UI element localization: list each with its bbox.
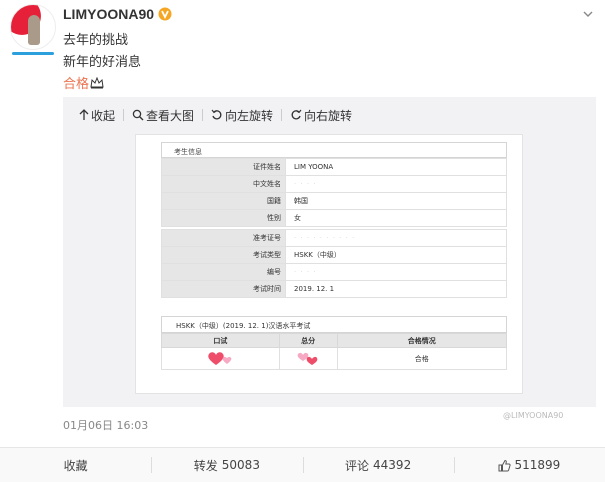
table-value: · · · · bbox=[285, 175, 507, 193]
crown-emoji-icon bbox=[90, 77, 104, 89]
table-value: · · · · · · · · · · bbox=[285, 229, 507, 247]
table-key: 准考证号 bbox=[161, 229, 286, 247]
avatar-underline bbox=[12, 52, 54, 55]
action-bar: 收藏 转发 50083 评论 44392 511899 bbox=[0, 447, 605, 482]
redacted-text: · · · · bbox=[294, 268, 317, 276]
avatar-image bbox=[10, 4, 56, 50]
post-text-line: 新年的好消息 bbox=[63, 55, 142, 70]
table-header: 合格情况 bbox=[336, 333, 508, 348]
rotate-right-icon bbox=[291, 109, 302, 120]
table-row: 中文姓名 · · · · bbox=[161, 175, 507, 193]
table-value: 女 bbox=[285, 209, 507, 227]
table-key: 中文姓名 bbox=[161, 175, 286, 193]
table-row: 证件姓名 LIM YOONA bbox=[161, 158, 507, 176]
rotate-right-label: 向右旋转 bbox=[304, 108, 353, 123]
collapse-label: 收起 bbox=[91, 108, 116, 123]
table-header-row: 口试 总分 合格情况 bbox=[161, 333, 508, 348]
exam-info-table: 准考证号 · · · · · · · · · · 考试类型 HSKK（中级） 编号 ·… bbox=[161, 229, 507, 298]
view-large-button[interactable]: 查看大图 bbox=[132, 107, 194, 124]
weibo-watermark: @LIMYOONA90 bbox=[503, 411, 564, 420]
like-count: 511899 bbox=[514, 458, 561, 472]
table-value: · · · · bbox=[285, 263, 507, 281]
magnifier-icon bbox=[132, 109, 144, 121]
view-large-label: 查看大图 bbox=[146, 108, 195, 123]
username-row: LIMYOONA90 bbox=[63, 6, 172, 22]
repost-button[interactable]: 转发 50083 bbox=[151, 448, 302, 482]
favorite-label: 收藏 bbox=[63, 458, 88, 473]
post-hashtag-line: 合格 bbox=[63, 73, 104, 92]
table-header: 总分 bbox=[278, 333, 338, 348]
like-button[interactable]: 511899 bbox=[453, 448, 605, 482]
table-value: 2019. 12. 1 bbox=[285, 280, 507, 298]
rotate-left-icon bbox=[211, 109, 222, 120]
table-value: LIM YOONA bbox=[285, 158, 507, 176]
hearts-sticker-icon bbox=[208, 351, 232, 365]
result-title: HSKK（中级）(2019. 12. 1)汉语水平考试 bbox=[161, 316, 507, 333]
rotate-left-label: 向左旋转 bbox=[225, 108, 274, 123]
media-toolbar: 收起 查看大图 向左旋转 向右旋转 bbox=[79, 107, 352, 123]
table-key: 国籍 bbox=[161, 192, 286, 210]
media-panel: 收起 查看大图 向左旋转 向右旋转 考生信息 证件姓名 LIM YOONA 中文姓… bbox=[63, 97, 596, 420]
certificate-image[interactable]: 考生信息 证件姓名 LIM YOONA 中文姓名 · · · · 国籍 韩国 性别女 … bbox=[135, 134, 563, 420]
collapse-button[interactable]: 收起 bbox=[79, 107, 115, 124]
result-table: 口试 总分 合格情况 合格 bbox=[161, 333, 508, 370]
table-row: 准考证号 · · · · · · · · · · bbox=[161, 229, 507, 247]
toolbar-divider bbox=[281, 109, 283, 121]
comment-count: 44392 bbox=[373, 458, 412, 472]
table-row: 性别女 bbox=[161, 209, 507, 227]
chevron-down-icon[interactable] bbox=[583, 9, 593, 19]
table-row: 编号 · · · · bbox=[161, 263, 507, 281]
toolbar-divider bbox=[202, 109, 204, 121]
post-timestamp[interactable]: 01月06日 16:03 bbox=[63, 417, 148, 433]
redacted-text: · · · · · · · · · · bbox=[294, 234, 356, 242]
table-cell: 合格 bbox=[336, 347, 508, 370]
table-value: HSKK（中级） bbox=[285, 246, 507, 264]
table-key: 考试时间 bbox=[161, 280, 286, 298]
table-key: 考试类型 bbox=[161, 246, 286, 264]
table-row: 国籍 韩国 bbox=[161, 192, 507, 210]
table-row: 考试时间 2019. 12. 1 bbox=[161, 280, 507, 298]
comment-label: 评论 bbox=[345, 458, 370, 473]
verified-badge-icon bbox=[158, 7, 172, 21]
toolbar-divider bbox=[123, 109, 125, 121]
avatar[interactable] bbox=[10, 4, 56, 55]
hearts-sticker-icon bbox=[297, 352, 318, 365]
rotate-right-button[interactable]: 向右旋转 bbox=[290, 107, 352, 124]
table-cell bbox=[278, 347, 338, 370]
repost-label: 转发 bbox=[193, 458, 218, 473]
table-header: 口试 bbox=[161, 333, 280, 348]
avatar-figure bbox=[28, 15, 40, 45]
table-row: 合格 bbox=[161, 347, 508, 370]
table-key: 性别 bbox=[161, 209, 286, 227]
hashtag-link[interactable]: 合格 bbox=[63, 77, 89, 92]
favorite-button[interactable]: 收藏 bbox=[0, 448, 151, 482]
comment-button[interactable]: 评论 44392 bbox=[302, 448, 454, 482]
table-key: 编号 bbox=[161, 263, 286, 281]
table-cell bbox=[161, 347, 280, 370]
table-value: 韩国 bbox=[285, 192, 507, 210]
collapse-up-icon bbox=[79, 109, 89, 120]
rotate-left-button[interactable]: 向左旋转 bbox=[211, 107, 273, 124]
thumbs-up-icon bbox=[498, 459, 512, 471]
post-text-line: 去年的挑战 bbox=[63, 33, 129, 48]
candidate-info-title: 考生信息 bbox=[161, 142, 507, 158]
repost-count: 50083 bbox=[221, 458, 260, 472]
table-row: 考试类型 HSKK（中级） bbox=[161, 246, 507, 264]
username[interactable]: LIMYOONA90 bbox=[63, 6, 154, 22]
candidate-info-table: 证件姓名 LIM YOONA 中文姓名 · · · · 国籍 韩国 性别女 bbox=[161, 158, 507, 227]
table-key: 证件姓名 bbox=[161, 158, 286, 176]
redacted-text: · · · · bbox=[294, 180, 317, 188]
